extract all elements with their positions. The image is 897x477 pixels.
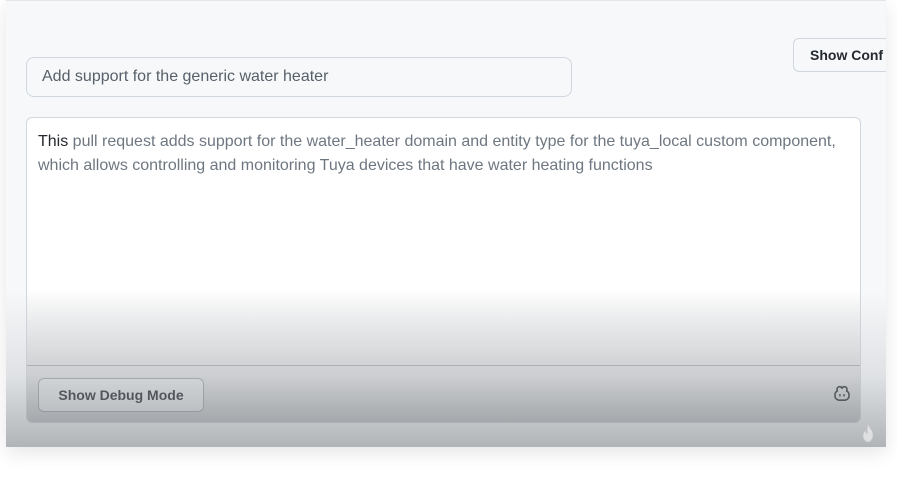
show-config-button[interactable]: Show Conf — [793, 38, 886, 72]
pr-description-text: This pull request adds support for the w… — [38, 130, 843, 178]
show-debug-mode-button[interactable]: Show Debug Mode — [38, 378, 204, 412]
textarea-footer: Show Debug Mode — [27, 365, 860, 422]
pr-description-lead: This — [38, 133, 69, 150]
pr-form-panel: Show Conf This pull request adds support… — [6, 0, 886, 447]
pr-title-input[interactable] — [26, 57, 572, 97]
flame-icon — [862, 422, 874, 443]
copilot-icon[interactable] — [833, 384, 851, 402]
pr-description-textarea[interactable]: This pull request adds support for the w… — [26, 117, 861, 423]
pr-description-rest: pull request adds support for the water_… — [38, 133, 836, 174]
